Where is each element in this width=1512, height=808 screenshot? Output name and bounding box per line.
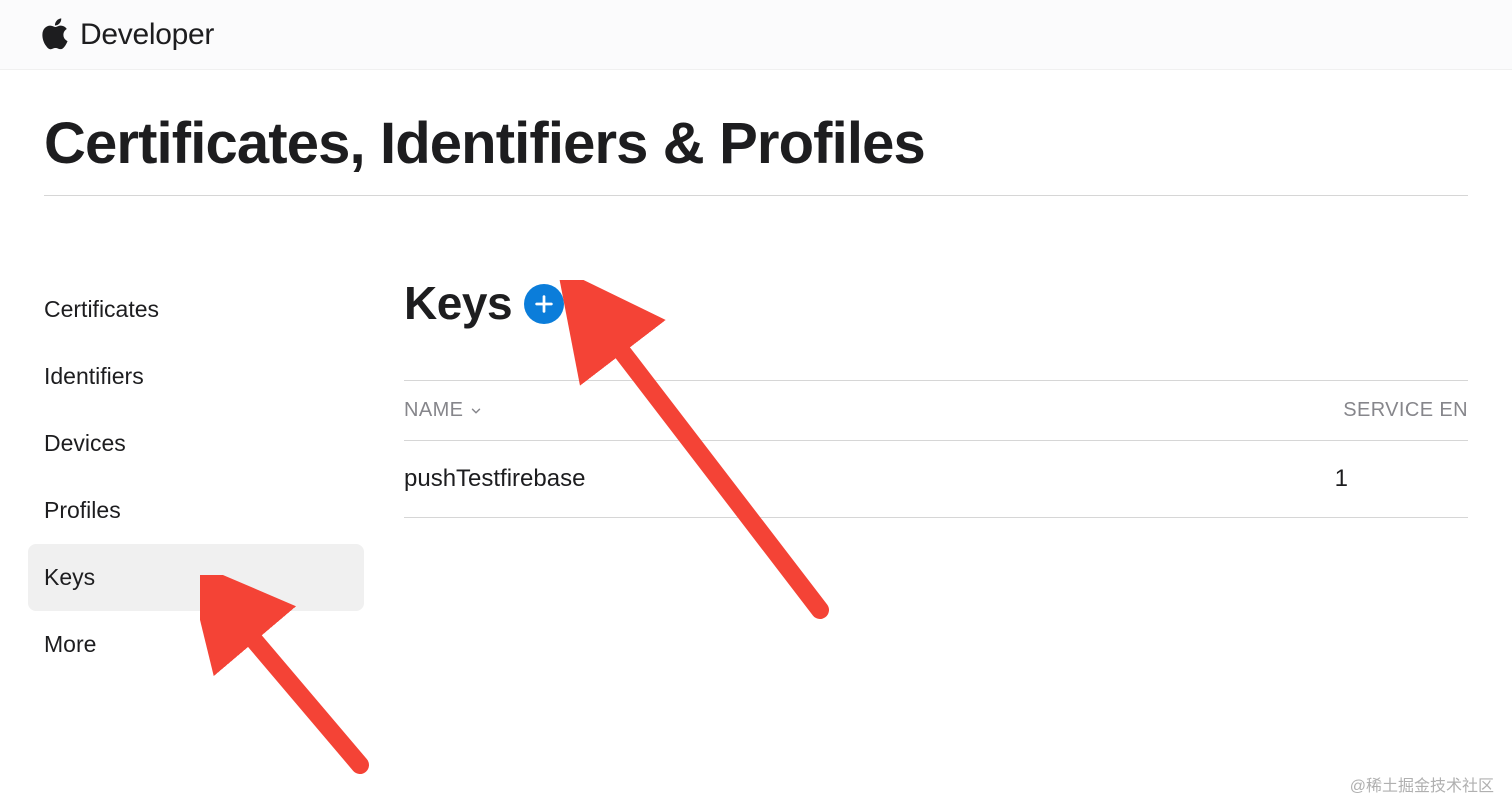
sidebar-item-devices[interactable]: Devices bbox=[28, 410, 364, 477]
apple-logo-icon bbox=[42, 18, 70, 52]
column-header-name-label: NAME bbox=[404, 399, 463, 422]
section-header: Keys bbox=[404, 276, 1468, 330]
sidebar-item-more[interactable]: More bbox=[28, 611, 364, 678]
cell-name: pushTestfirebase bbox=[404, 465, 585, 493]
keys-table: NAME SERVICE EN pushTestfirebase 1 bbox=[404, 380, 1468, 518]
content-area: Certificates Identifiers Devices Profile… bbox=[44, 276, 1468, 678]
top-bar: Developer bbox=[0, 0, 1512, 70]
table-header: NAME SERVICE EN bbox=[404, 380, 1468, 441]
sidebar-item-profiles[interactable]: Profiles bbox=[28, 477, 364, 544]
section-title: Keys bbox=[404, 276, 512, 330]
column-header-service-label: SERVICE EN bbox=[1343, 399, 1468, 422]
table-row[interactable]: pushTestfirebase 1 bbox=[404, 441, 1468, 518]
sidebar-item-identifiers[interactable]: Identifiers bbox=[28, 343, 364, 410]
plus-icon bbox=[533, 293, 555, 315]
main-content: Keys NAME SE bbox=[404, 276, 1468, 678]
brand-text: Developer bbox=[80, 18, 214, 52]
column-header-name[interactable]: NAME bbox=[404, 399, 483, 422]
page-title: Certificates, Identifiers & Profiles bbox=[44, 110, 1468, 196]
column-header-service[interactable]: SERVICE EN bbox=[1343, 399, 1468, 422]
watermark: @稀土掘金技术社区 bbox=[1350, 772, 1494, 796]
brand[interactable]: Developer bbox=[42, 18, 214, 52]
cell-service: 1 bbox=[1335, 465, 1468, 493]
sidebar: Certificates Identifiers Devices Profile… bbox=[44, 276, 364, 678]
sidebar-item-certificates[interactable]: Certificates bbox=[28, 276, 364, 343]
chevron-down-icon bbox=[469, 404, 483, 418]
sidebar-item-keys[interactable]: Keys bbox=[28, 544, 364, 611]
page-container: Certificates, Identifiers & Profiles Cer… bbox=[0, 70, 1512, 678]
add-key-button[interactable] bbox=[524, 284, 564, 324]
